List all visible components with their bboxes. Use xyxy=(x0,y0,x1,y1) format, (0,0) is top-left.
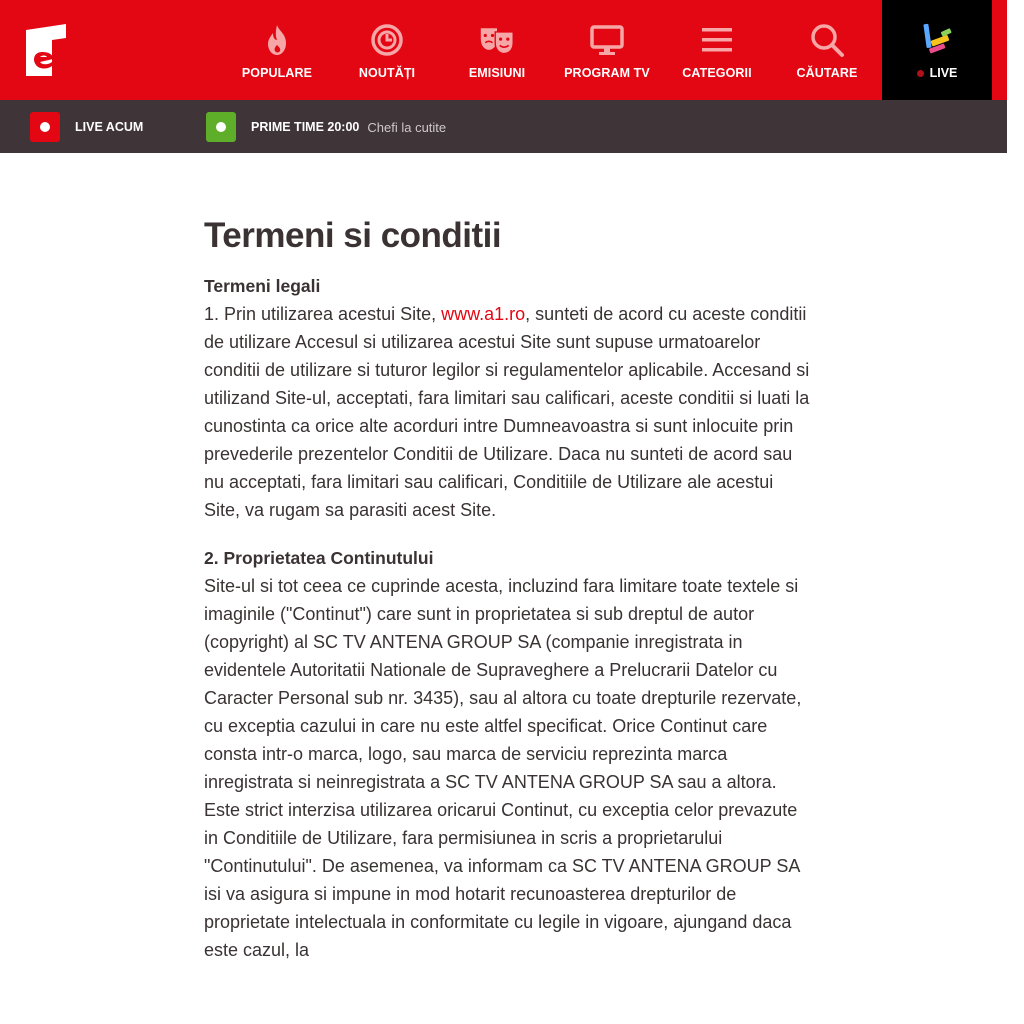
prime-time-label: PRIME TIME 20:00 xyxy=(251,120,360,134)
nav-label: CATEGORII xyxy=(682,66,752,80)
nav-program-tv[interactable]: PROGRAM TV xyxy=(558,0,656,100)
live-now-link[interactable]: LIVE ACUM xyxy=(30,112,144,142)
nav-label: EMISIUNI xyxy=(468,66,526,80)
nav-label: POPULARE xyxy=(241,66,313,80)
live-button[interactable]: LIVE xyxy=(882,0,992,100)
paragraph-text: , sunteti de acord cu aceste conditii de… xyxy=(204,304,810,520)
section-paragraph: Site-ul si tot ceea ce cuprinde acesta, … xyxy=(204,576,802,960)
nav-populare[interactable]: POPULARE xyxy=(236,0,318,100)
prime-time-link[interactable]: PRIME TIME 20:00 Chefi la cutite xyxy=(206,112,447,142)
nav-emisiuni[interactable]: EMISIUNI xyxy=(455,0,539,100)
nav-noutati[interactable]: NOUTĂȚI xyxy=(345,0,429,100)
nav-label: NOUTĂȚI xyxy=(358,66,416,80)
antena1-logo[interactable] xyxy=(22,22,70,78)
prime-time-show: Chefi la cutite xyxy=(367,119,447,135)
nav-label: CĂUTARE xyxy=(796,66,858,80)
page-title: Termeni si conditii xyxy=(204,216,502,255)
nav-label: PROGRAM TV xyxy=(564,66,650,80)
section-heading: 2. Proprietatea Continutului xyxy=(204,548,434,568)
flame-icon xyxy=(259,22,295,58)
search-icon xyxy=(809,22,845,58)
theater-masks-icon xyxy=(479,22,515,58)
top-navigation-bar: POPULARE NOUTĂȚI EMISIUNI PROGRAM TV CAT… xyxy=(0,0,1007,100)
nav-categorii[interactable]: CATEGORII xyxy=(675,0,759,100)
live-text: LIVE xyxy=(929,66,958,80)
green-dot-icon xyxy=(206,112,236,142)
section-paragraph: 1. Prin utilizarea acestui Site, www.a1.… xyxy=(204,300,814,524)
clock-icon xyxy=(369,22,405,58)
live-dot-icon xyxy=(916,69,924,77)
live-label: LIVE xyxy=(916,66,958,80)
live-status-bar: LIVE ACUM PRIME TIME 20:00 Chefi la cuti… xyxy=(0,100,1007,153)
nav-cautare[interactable]: CĂUTARE xyxy=(786,0,868,100)
terms-content: Termeni si conditii Termeni legali 1. Pr… xyxy=(204,214,814,964)
menu-lines-icon xyxy=(699,22,735,58)
paragraph-text: 1. Prin utilizarea acestui Site, xyxy=(204,304,442,324)
live-now-label: LIVE ACUM xyxy=(75,120,144,134)
record-dot-icon xyxy=(30,112,60,142)
section-heading: Termeni legali xyxy=(204,276,321,296)
tv-monitor-icon xyxy=(589,22,625,58)
antena-play-icon xyxy=(919,22,955,58)
site-link[interactable]: www.a1.ro xyxy=(441,304,525,324)
